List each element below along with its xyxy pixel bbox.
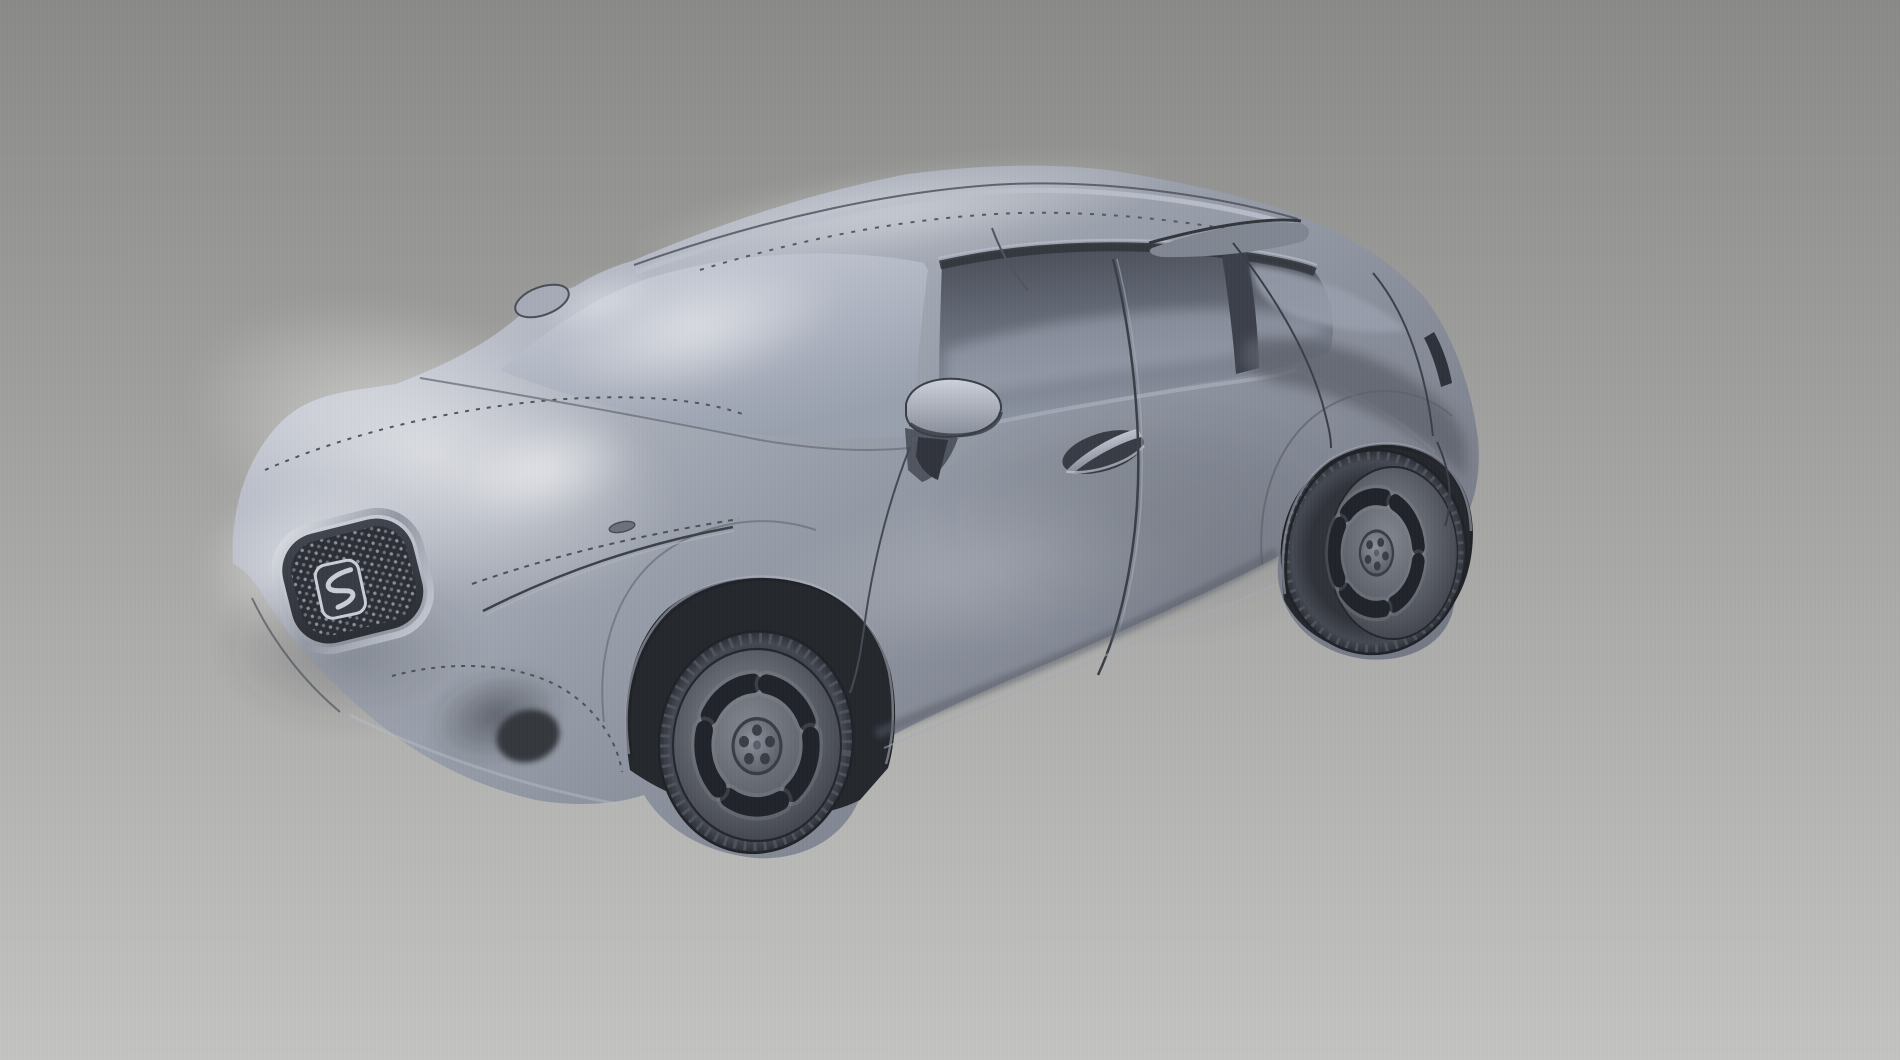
seat-s-logo[interactable] [313,558,367,620]
viewport-canvas[interactable] [0,0,1900,1060]
cad-viewport[interactable] [0,0,1900,1060]
